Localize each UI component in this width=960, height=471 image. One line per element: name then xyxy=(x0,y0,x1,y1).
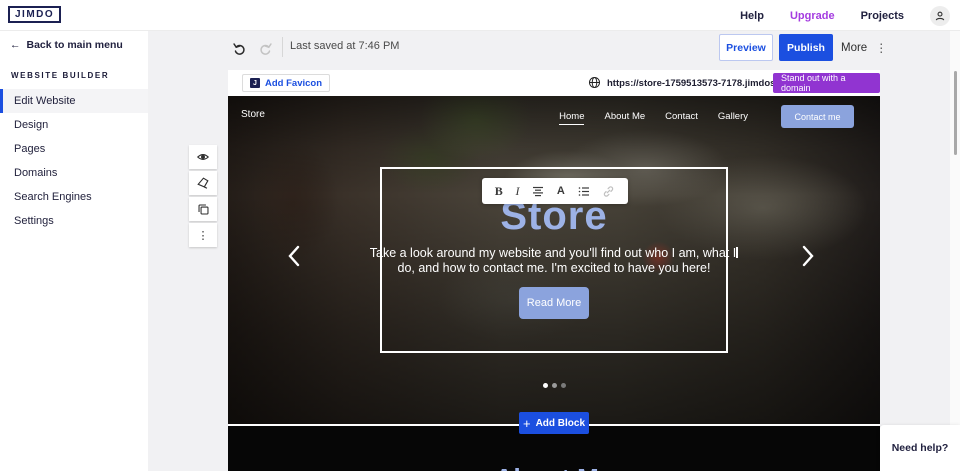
toolbar-divider xyxy=(282,37,283,57)
sidebar: ← Back to main menu WEBSITE BUILDER Edit… xyxy=(0,31,148,471)
carousel-prev-button[interactable] xyxy=(286,244,302,268)
site-nav-about[interactable]: About Me xyxy=(604,111,645,125)
eye-icon xyxy=(196,150,210,164)
style-block-button[interactable] xyxy=(189,171,217,195)
text-caret xyxy=(736,247,738,258)
carousel-dot-2[interactable] xyxy=(552,383,557,388)
publish-button[interactable]: Publish xyxy=(779,34,833,61)
jimdo-logo[interactable]: JIMDO xyxy=(8,6,61,23)
domain-cta-button[interactable]: Stand out with a domain xyxy=(773,73,880,93)
site-contact-button[interactable]: Contact me xyxy=(781,105,854,128)
carousel-dot-1[interactable] xyxy=(543,383,548,388)
site-nav-gallery[interactable]: Gallery xyxy=(718,111,748,125)
site-logo[interactable]: Store xyxy=(241,109,265,120)
block-more-button[interactable]: ⋮ xyxy=(189,223,217,247)
hero-paragraph[interactable]: Take a look around my website and you'll… xyxy=(228,246,880,275)
add-block-button[interactable]: + Add Block xyxy=(519,412,589,434)
more-menu[interactable]: More ⋮ xyxy=(841,34,887,61)
sidebar-item-settings[interactable]: Settings xyxy=(0,209,148,233)
duplicate-block-button[interactable] xyxy=(189,197,217,221)
list-button[interactable] xyxy=(578,186,590,197)
copy-icon xyxy=(197,203,210,216)
user-icon xyxy=(934,10,946,22)
next-section-heading: About Me xyxy=(228,463,880,471)
bold-button[interactable]: B xyxy=(495,184,503,199)
sidebar-item-domains[interactable]: Domains xyxy=(0,161,148,185)
upgrade-link[interactable]: Upgrade xyxy=(790,10,835,22)
domain-bar: J Add Favicon https://store-1759513573-7… xyxy=(228,70,880,96)
site-preview: J Add Favicon https://store-1759513573-7… xyxy=(228,70,880,471)
carousel-dots xyxy=(228,383,880,388)
sidebar-item-design[interactable]: Design xyxy=(0,113,148,137)
preview-button[interactable]: Preview xyxy=(719,34,773,61)
undo-button[interactable] xyxy=(228,37,250,59)
favicon-icon: J xyxy=(250,78,260,88)
back-arrow-icon: ← xyxy=(10,39,21,51)
design-icon xyxy=(196,176,210,190)
redo-button[interactable] xyxy=(254,37,276,59)
more-dots-icon: ⋮ xyxy=(875,42,887,54)
site-nav-home[interactable]: Home xyxy=(559,111,584,125)
site-nav-contact[interactable]: Contact xyxy=(665,111,698,125)
carousel-dot-3[interactable] xyxy=(561,383,566,388)
top-bar: JIMDO Help Upgrade Projects xyxy=(0,0,960,31)
back-to-main-menu[interactable]: ← Back to main menu xyxy=(10,39,123,51)
hide-block-button[interactable] xyxy=(189,145,217,169)
italic-button[interactable]: I xyxy=(515,184,519,199)
site-nav: Home About Me Contact Gallery xyxy=(559,111,748,125)
sidebar-item-edit-website[interactable]: Edit Website xyxy=(0,89,148,113)
add-favicon-button[interactable]: J Add Favicon xyxy=(242,74,330,92)
hero-section[interactable]: Store Home About Me Contact Gallery Cont… xyxy=(228,96,880,425)
sidebar-item-pages[interactable]: Pages xyxy=(0,137,148,161)
block-toolbar: ⋮ xyxy=(189,145,217,249)
plus-icon: + xyxy=(523,417,531,430)
sidebar-nav: Edit Website Design Pages Domains Search… xyxy=(0,89,148,233)
projects-link[interactable]: Projects xyxy=(861,10,904,22)
sidebar-section-label: WEBSITE BUILDER xyxy=(11,71,109,80)
scrollbar-thumb[interactable] xyxy=(954,71,957,155)
need-help-button[interactable]: Need help? xyxy=(880,425,960,471)
globe-icon xyxy=(588,76,601,89)
sidebar-item-search-engines[interactable]: Search Engines xyxy=(0,185,148,209)
carousel-next-button[interactable] xyxy=(800,244,816,268)
vertical-dots-icon: ⋮ xyxy=(198,229,209,242)
last-saved-status: Last saved at 7:46 PM xyxy=(290,40,399,52)
account-avatar[interactable] xyxy=(930,6,950,26)
top-links: Help Upgrade Projects xyxy=(740,0,950,31)
link-button[interactable] xyxy=(602,185,615,198)
help-link[interactable]: Help xyxy=(740,10,764,22)
text-format-toolbar: B I A xyxy=(482,178,628,204)
align-center-button[interactable] xyxy=(532,186,544,197)
read-more-button[interactable]: Read More xyxy=(519,287,589,319)
font-style-button[interactable]: A xyxy=(557,185,565,197)
workspace: Last saved at 7:46 PM Preview Publish Mo… xyxy=(148,31,960,471)
